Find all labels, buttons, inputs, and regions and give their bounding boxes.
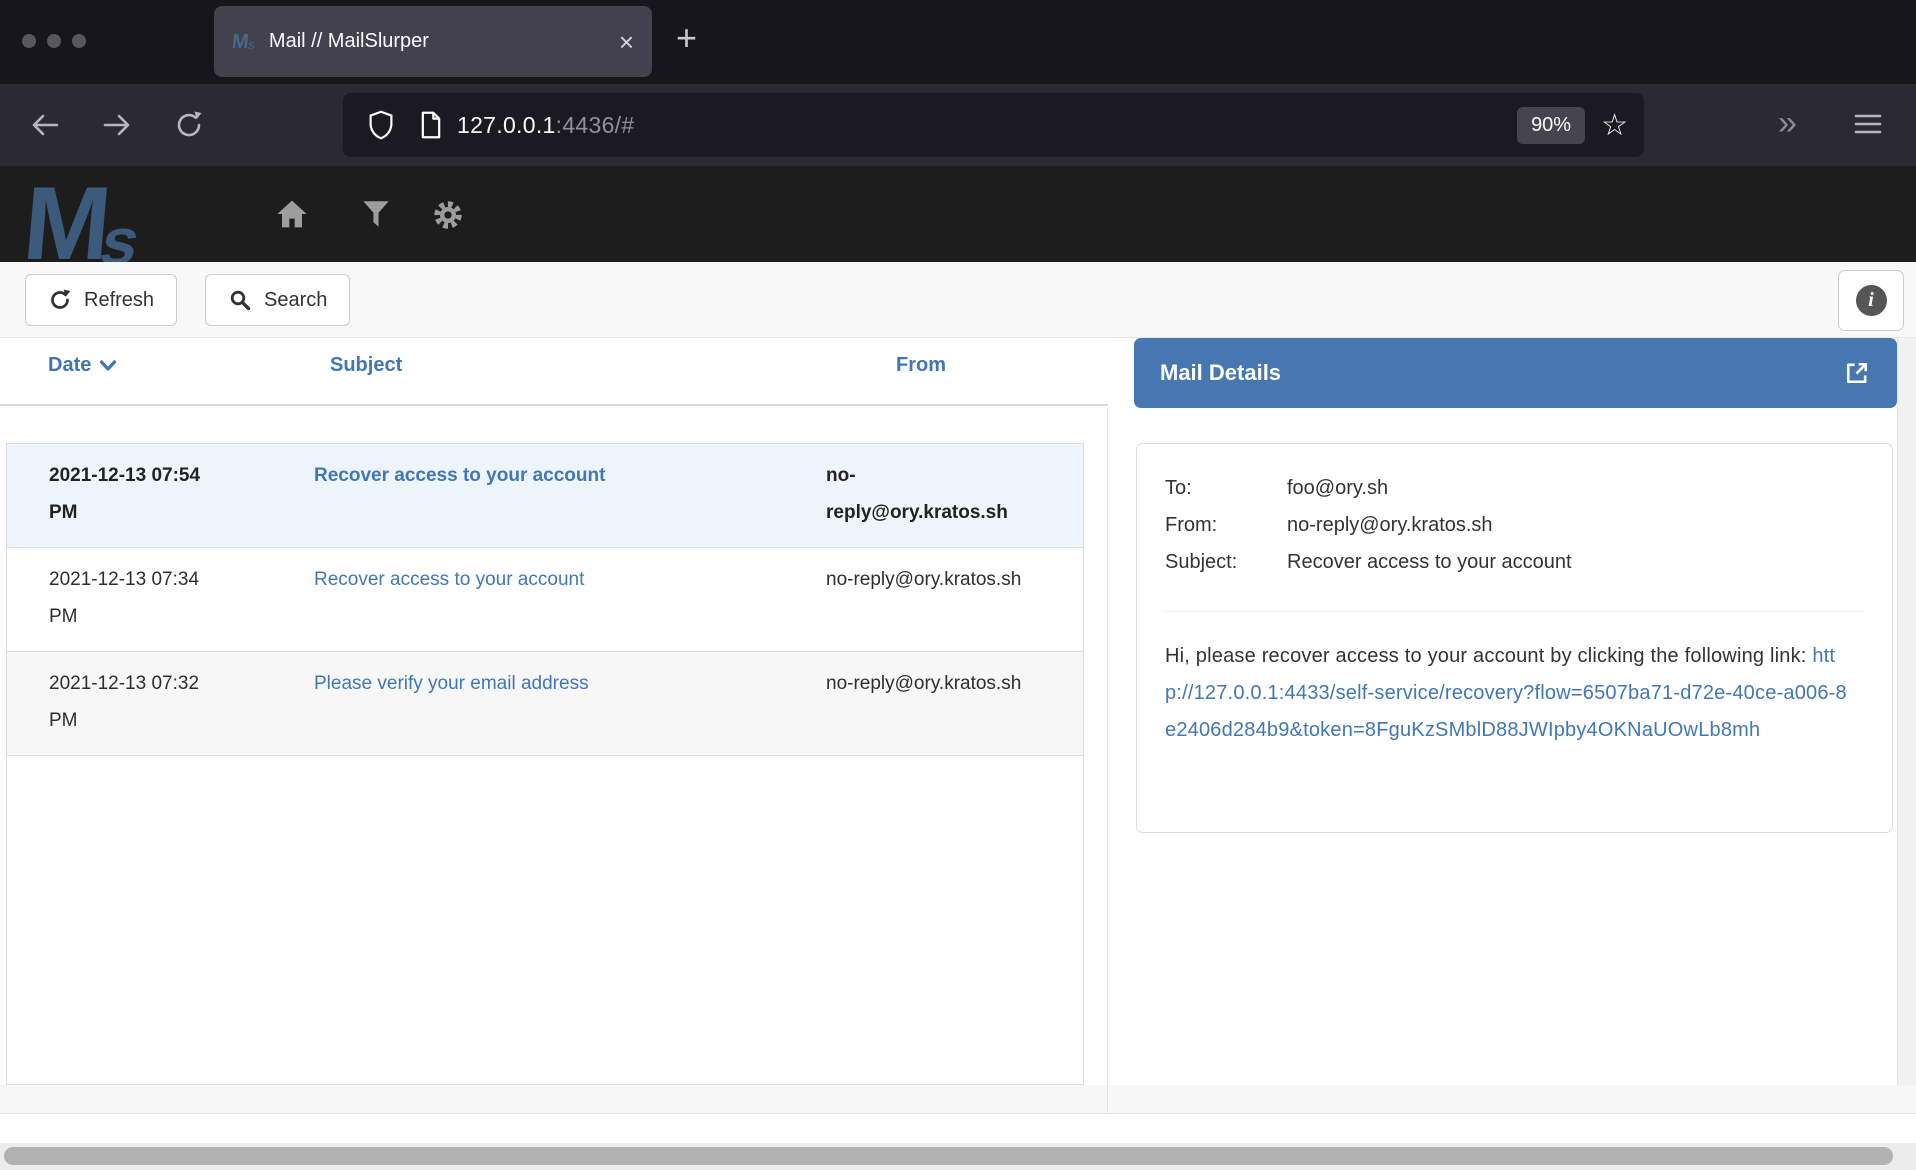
mailslurper-logo: M s: [24, 180, 138, 262]
new-tab-button[interactable]: +: [676, 20, 697, 56]
back-icon[interactable]: [28, 108, 62, 142]
mail-details-card: To: foo@ory.sh From: no-reply@ory.kratos…: [1136, 443, 1893, 833]
panel-divider-segment: [1107, 1085, 1108, 1113]
info-button[interactable]: i: [1838, 270, 1904, 331]
to-value: foo@ory.sh: [1287, 470, 1864, 507]
bookmark-star-icon[interactable]: ☆: [1601, 108, 1628, 143]
url-bar[interactable]: 127.0.0.1:4436/# 90% ☆: [343, 93, 1644, 157]
action-toolbar: Refresh Search i: [0, 262, 1916, 338]
mail-subject-link[interactable]: Please verify your email address: [314, 673, 589, 694]
to-label: To:: [1165, 470, 1287, 507]
search-label: Search: [264, 289, 327, 312]
right-gutter: [1897, 338, 1916, 1085]
column-header-date[interactable]: Date: [48, 354, 117, 377]
window-zoom-button[interactable]: [72, 34, 86, 48]
mail-row[interactable]: 2021-12-13 07:34 PM Recover access to yo…: [7, 548, 1083, 652]
window-minimize-button[interactable]: [47, 34, 61, 48]
mail-from: no-reply@ory.kratos.sh: [826, 561, 1022, 598]
horizontal-scrollbar-thumb[interactable]: [4, 1147, 1893, 1165]
from-label: From:: [1165, 507, 1287, 544]
mail-date: 2021-12-13 07:54 PM: [49, 457, 221, 531]
mail-date: 2021-12-13 07:34 PM: [49, 561, 221, 635]
mail-subject-link[interactable]: Recover access to your account: [314, 569, 584, 590]
forward-icon[interactable]: [100, 108, 134, 142]
sort-chevron-down-icon: [99, 359, 117, 372]
page-bottom: [0, 1085, 1916, 1170]
header-divider: [0, 404, 1108, 406]
window-close-button[interactable]: [22, 34, 36, 48]
browser-toolbar: 127.0.0.1:4436/# 90% ☆ »: [0, 84, 1916, 166]
mail-from: no-reply@ory.kratos.sh: [826, 457, 1022, 531]
refresh-icon: [48, 288, 72, 312]
refresh-label: Refresh: [84, 289, 154, 312]
mail-body-text: Hi, please recover access to your accoun…: [1165, 645, 1812, 667]
search-icon: [228, 288, 252, 312]
menu-hamburger-icon[interactable]: [1852, 110, 1884, 138]
mail-row-selected[interactable]: 2021-12-13 07:54 PM Recover access to yo…: [7, 444, 1083, 548]
column-header-subject[interactable]: Subject: [330, 354, 402, 377]
panel-divider: [1107, 408, 1108, 1085]
footer-band: [0, 1114, 1916, 1143]
card-divider: [1165, 611, 1864, 612]
mail-from: no-reply@ory.kratos.sh: [826, 665, 1022, 702]
browser-tab[interactable]: M s Mail // MailSlurper ×: [214, 6, 652, 77]
horizontal-scrollbar: [0, 1143, 1916, 1170]
browser-tab-bar: M s Mail // MailSlurper × +: [0, 0, 1916, 84]
mail-row[interactable]: 2021-12-13 07:32 PM Please verify your e…: [7, 652, 1083, 756]
tab-close-icon[interactable]: ×: [619, 29, 634, 55]
zoom-level-badge[interactable]: 90%: [1517, 107, 1585, 144]
url-host: 127.0.0.1: [457, 112, 556, 138]
url-port-path: :4436/#: [556, 112, 635, 138]
tab-title: Mail // MailSlurper: [269, 30, 619, 53]
open-external-icon[interactable]: [1843, 359, 1871, 387]
mail-body: Hi, please recover access to your accoun…: [1165, 638, 1855, 749]
main-content: Date Subject From 2021-12-13 07:54 PM Re…: [0, 338, 1916, 1085]
mailslurper-favicon: M s: [232, 33, 255, 51]
settings-gear-icon[interactable]: [432, 199, 464, 231]
subject-value: Recover access to your account: [1287, 544, 1864, 581]
page-info-icon[interactable]: [419, 111, 443, 139]
mail-details-header: Mail Details: [1134, 338, 1897, 408]
search-button[interactable]: Search: [205, 274, 350, 326]
mail-list: 2021-12-13 07:54 PM Recover access to yo…: [6, 443, 1084, 1085]
column-header-from[interactable]: From: [896, 354, 946, 377]
home-icon[interactable]: [276, 199, 308, 229]
mail-date: 2021-12-13 07:32 PM: [49, 665, 221, 739]
shield-icon[interactable]: [367, 110, 395, 140]
info-icon: i: [1856, 285, 1887, 316]
overflow-chevrons-icon[interactable]: »: [1778, 104, 1795, 143]
subject-label: Subject:: [1165, 544, 1287, 581]
mail-meta: To: foo@ory.sh From: no-reply@ory.kratos…: [1165, 470, 1864, 581]
mail-subject-link[interactable]: Recover access to your account: [314, 465, 605, 486]
filter-funnel-icon[interactable]: [362, 199, 390, 229]
mailslurper-navbar: M s: [0, 166, 1916, 262]
from-value: no-reply@ory.kratos.sh: [1287, 507, 1864, 544]
window-controls[interactable]: [22, 34, 86, 48]
reload-icon[interactable]: [172, 108, 206, 142]
mail-details-title: Mail Details: [1160, 360, 1843, 386]
refresh-button[interactable]: Refresh: [25, 274, 177, 326]
url-text[interactable]: 127.0.0.1:4436/#: [457, 112, 634, 139]
